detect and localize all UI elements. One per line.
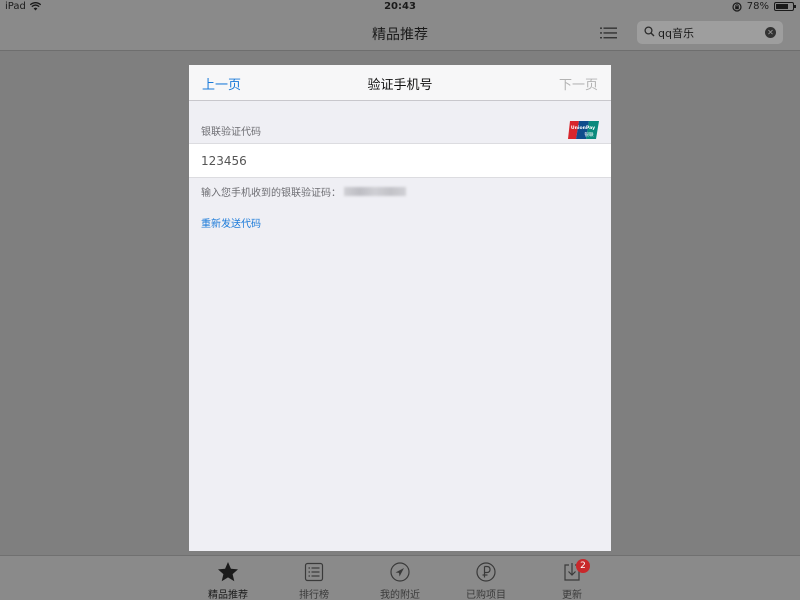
tab-label: 排行榜 (299, 590, 329, 600)
hint-label: 输入您手机收到的银联验证码： (201, 188, 341, 199)
tab-purchased[interactable]: 已购项目 (446, 558, 526, 600)
status-right: 78% (732, 1, 796, 12)
tab-charts[interactable]: 排行榜 (274, 558, 354, 600)
battery-icon (774, 2, 796, 11)
list-icon (304, 562, 324, 582)
nav-bar: 精品推荐 ✕ (0, 15, 800, 51)
tab-featured[interactable]: 精品推荐 (188, 558, 268, 600)
star-icon (218, 562, 238, 582)
tab-label: 精品推荐 (208, 590, 248, 600)
dialog-header: 上一页 验证手机号 下一页 (189, 65, 611, 101)
dialog-title: 验证手机号 (367, 78, 433, 93)
battery-percent: 78% (746, 1, 769, 12)
rotation-lock-icon (732, 1, 742, 12)
search-input[interactable] (658, 24, 758, 41)
next-page-button[interactable]: 下一页 (559, 74, 598, 93)
svg-text:UnionPay: UnionPay (571, 125, 595, 131)
clear-search-icon[interactable]: ✕ (765, 27, 776, 38)
masked-phone-number (344, 187, 406, 196)
hint-text: 输入您手机收到的银联验证码： (201, 184, 406, 199)
tab-label: 已购项目 (466, 590, 506, 600)
verify-phone-dialog: 上一页 验证手机号 下一页 银联验证代码 UnionPay 银联 输入您手机收到… (189, 65, 611, 551)
tab-label: 更新 (562, 590, 582, 600)
tab-bar: 精品推荐 排行榜 我的附近 已购项目 更新 2 (0, 555, 800, 600)
unionpay-logo: UnionPay 银联 (568, 121, 599, 139)
clock: 20:43 (384, 1, 416, 12)
svg-text:银联: 银联 (584, 131, 594, 138)
search-icon (644, 26, 655, 37)
list-icon[interactable] (600, 27, 617, 39)
search-bar[interactable]: ✕ (637, 21, 783, 44)
verification-code-input[interactable] (201, 151, 581, 171)
tab-label: 我的附近 (380, 590, 420, 600)
tab-updates[interactable]: 更新 2 (532, 558, 612, 600)
tab-near-me[interactable]: 我的附近 (360, 558, 440, 600)
updates-badge: 2 (576, 559, 590, 573)
resend-code-link[interactable]: 重新发送代码 (201, 215, 261, 230)
section-label: 银联验证代码 (201, 127, 261, 138)
battery-level (776, 4, 789, 9)
purchased-icon (476, 562, 496, 582)
location-icon (390, 562, 410, 582)
status-bar: iPad 20:43 78% (0, 0, 800, 15)
verification-code-field[interactable] (189, 143, 611, 178)
